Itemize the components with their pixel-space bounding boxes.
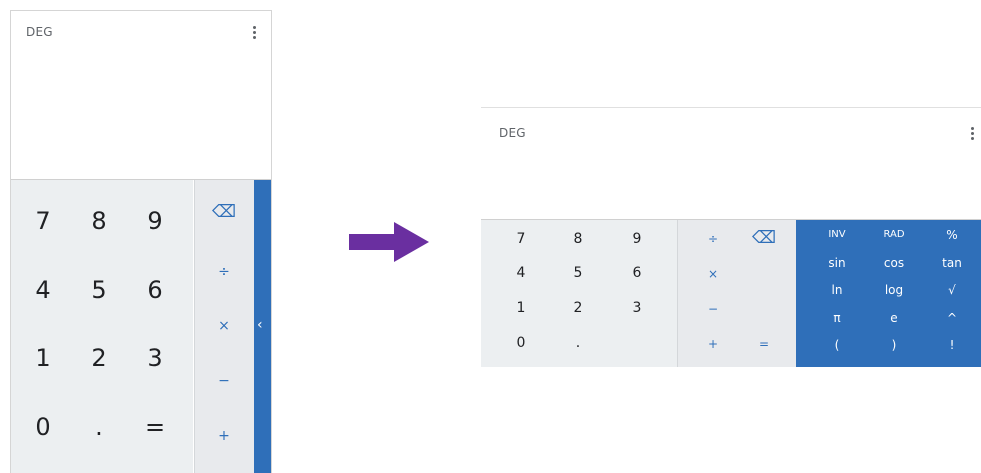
- key-multiply[interactable]: ×: [209, 318, 239, 334]
- more-options-icon[interactable]: [970, 127, 976, 142]
- phone-calculator: DEG 7 8 9 4 5 6 1 2 3 0 . = ⌫ ÷ × − + ‹: [10, 10, 272, 473]
- backspace-key-icon[interactable]: ⌫: [209, 202, 239, 222]
- key-4[interactable]: 4: [23, 276, 63, 304]
- key-equals[interactable]: =: [749, 337, 779, 351]
- key-power[interactable]: ^: [932, 311, 972, 325]
- key-log[interactable]: log: [874, 283, 914, 297]
- key-plus[interactable]: +: [698, 337, 728, 351]
- key-inv[interactable]: INV: [817, 229, 857, 240]
- key-sqrt[interactable]: √: [932, 283, 972, 297]
- key-decimal[interactable]: .: [563, 335, 593, 351]
- angle-mode-label: DEG: [499, 126, 526, 140]
- key-equals[interactable]: =: [135, 413, 175, 441]
- phone-operator-pad: ⌫ ÷ × − +: [194, 180, 254, 473]
- phone-display: DEG: [11, 11, 271, 180]
- key-0[interactable]: 0: [23, 413, 63, 441]
- angle-mode-label: DEG: [26, 25, 53, 39]
- tablet-number-pad: 7 8 9 4 5 6 1 2 3 0 .: [481, 220, 677, 367]
- key-7[interactable]: 7: [506, 231, 536, 247]
- key-minus[interactable]: −: [698, 302, 728, 316]
- key-5[interactable]: 5: [79, 276, 119, 304]
- backspace-key-icon[interactable]: ⌫: [749, 228, 779, 248]
- key-5[interactable]: 5: [563, 265, 593, 281]
- tablet-calculator: DEG 7 8 9 4 5 6 1 2 3 0 . ÷ ⌫ × − + = IN…: [481, 107, 981, 367]
- key-ln[interactable]: ln: [817, 283, 857, 297]
- tablet-operator-pad: ÷ ⌫ × − + =: [677, 220, 796, 367]
- key-7[interactable]: 7: [23, 207, 63, 235]
- chevron-left-icon: ‹: [257, 317, 263, 333]
- key-6[interactable]: 6: [135, 276, 175, 304]
- key-8[interactable]: 8: [79, 207, 119, 235]
- arrow-right-icon: [349, 222, 429, 262]
- key-divide[interactable]: ÷: [698, 232, 728, 246]
- key-9[interactable]: 9: [135, 207, 175, 235]
- key-decimal[interactable]: .: [79, 413, 119, 441]
- key-sin[interactable]: sin: [817, 256, 857, 270]
- tablet-display: DEG: [481, 107, 981, 220]
- key-1[interactable]: 1: [506, 300, 536, 316]
- key-pi[interactable]: π: [817, 311, 857, 325]
- key-e[interactable]: e: [874, 311, 914, 325]
- phone-number-pad: 7 8 9 4 5 6 1 2 3 0 . =: [11, 180, 193, 473]
- key-cos[interactable]: cos: [874, 256, 914, 270]
- key-close-paren[interactable]: ): [874, 338, 914, 352]
- tablet-scientific-pad: INV RAD % sin cos tan ln log √ π e ^ ( )…: [796, 220, 981, 367]
- key-6[interactable]: 6: [622, 265, 652, 281]
- key-tan[interactable]: tan: [932, 256, 972, 270]
- key-0[interactable]: 0: [506, 335, 536, 351]
- advanced-panel-tab[interactable]: ‹: [254, 180, 271, 473]
- more-options-icon[interactable]: [252, 26, 258, 41]
- key-multiply[interactable]: ×: [698, 267, 728, 281]
- key-2[interactable]: 2: [79, 344, 119, 372]
- key-2[interactable]: 2: [563, 300, 593, 316]
- key-4[interactable]: 4: [506, 265, 536, 281]
- key-9[interactable]: 9: [622, 231, 652, 247]
- key-3[interactable]: 3: [622, 300, 652, 316]
- key-8[interactable]: 8: [563, 231, 593, 247]
- key-3[interactable]: 3: [135, 344, 175, 372]
- key-divide[interactable]: ÷: [209, 264, 239, 280]
- key-factorial[interactable]: !: [932, 338, 972, 352]
- key-1[interactable]: 1: [23, 344, 63, 372]
- key-plus[interactable]: +: [209, 428, 239, 444]
- key-percent[interactable]: %: [932, 228, 972, 242]
- key-open-paren[interactable]: (: [817, 338, 857, 352]
- key-rad[interactable]: RAD: [874, 229, 914, 240]
- key-minus[interactable]: −: [209, 373, 239, 389]
